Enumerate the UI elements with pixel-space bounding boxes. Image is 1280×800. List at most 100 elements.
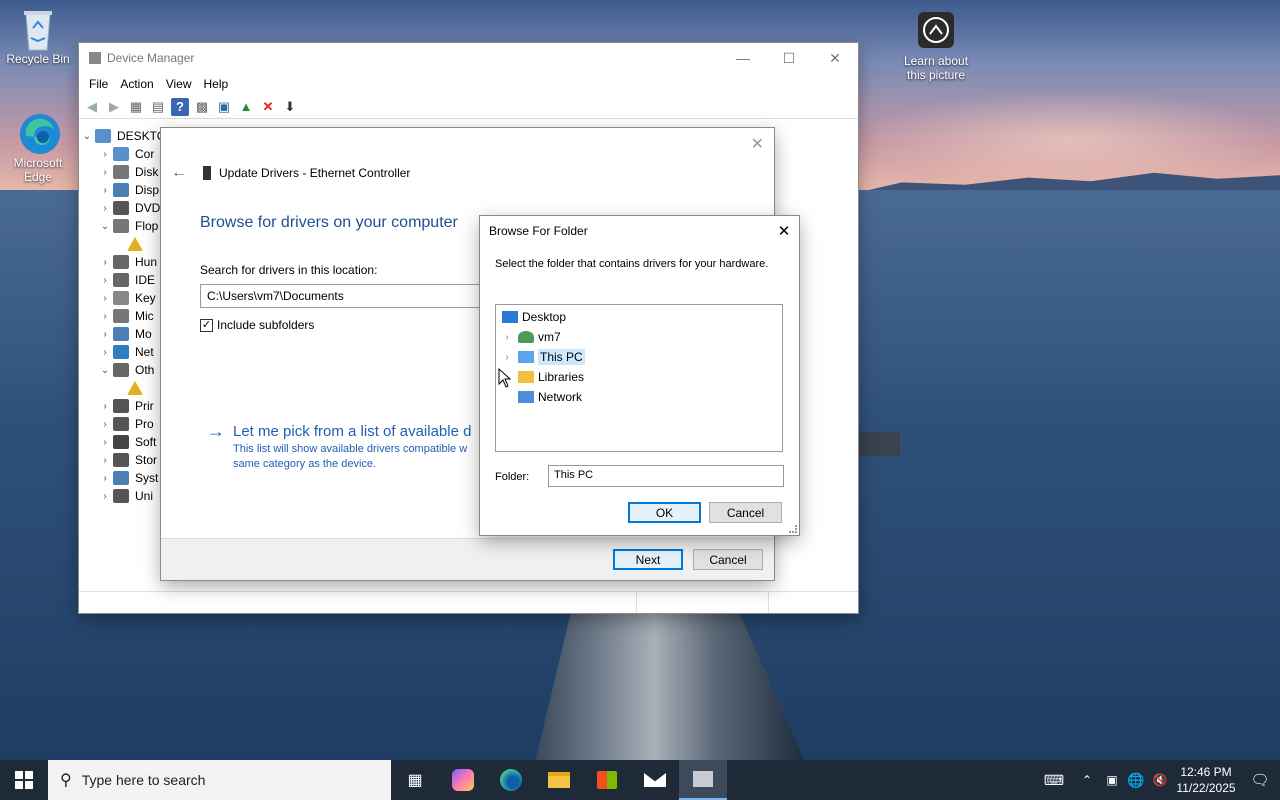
- cancel-button[interactable]: Cancel: [693, 549, 763, 570]
- device-category-row[interactable]: › Pro: [79, 415, 169, 433]
- update-driver-icon[interactable]: ▲: [237, 98, 255, 116]
- device-category-row[interactable]: › Cor: [79, 145, 169, 163]
- device-category-row[interactable]: › Mo: [79, 325, 169, 343]
- help-icon[interactable]: ?: [171, 97, 189, 116]
- learn-picture-desktop-icon[interactable]: Learn about this picture: [898, 10, 974, 82]
- keyboard-icon[interactable]: ⌨: [1034, 760, 1074, 800]
- action-pane-icon[interactable]: ▩: [193, 98, 211, 116]
- folder-tree-item[interactable]: Network: [496, 387, 782, 407]
- minimize-button[interactable]: —: [720, 43, 766, 73]
- clock[interactable]: 12:46 PM 11/22/2025: [1172, 764, 1240, 796]
- chevron-right-icon[interactable]: ›: [97, 491, 113, 502]
- forward-arrow-icon[interactable]: ▶: [105, 98, 123, 116]
- notification-icon[interactable]: 🗨: [1240, 760, 1280, 800]
- chevron-down-icon[interactable]: ⌄: [97, 221, 113, 232]
- chevron-right-icon[interactable]: ›: [97, 401, 113, 412]
- chevron-right-icon[interactable]: ›: [97, 275, 113, 286]
- device-category-row[interactable]: › Hun: [79, 253, 169, 271]
- file-explorer-icon[interactable]: [535, 760, 583, 800]
- chevron-right-icon[interactable]: ›: [97, 311, 113, 322]
- browse-cancel-button[interactable]: Cancel: [709, 502, 782, 523]
- browse-folder-titlebar[interactable]: Browse For Folder ✕: [480, 216, 799, 246]
- chevron-right-icon[interactable]: ›: [97, 455, 113, 466]
- menu-help[interactable]: Help: [198, 77, 235, 91]
- download-icon[interactable]: ⬇: [281, 98, 299, 116]
- edge-desktop-icon[interactable]: Microsoft Edge: [0, 112, 76, 184]
- tree-root[interactable]: ⌄ DESKTO: [79, 127, 169, 145]
- chevron-right-icon[interactable]: ›: [500, 352, 514, 363]
- chevron-right-icon[interactable]: ›: [97, 185, 113, 196]
- mail-icon[interactable]: [631, 760, 679, 800]
- include-subfolders-checkbox[interactable]: ✓ Include subfolders: [200, 318, 314, 332]
- chevron-down-icon[interactable]: ⌄: [97, 365, 113, 376]
- device-category-row[interactable]: [79, 235, 169, 253]
- store-icon[interactable]: [583, 760, 631, 800]
- edge-taskbar-icon[interactable]: [487, 760, 535, 800]
- menu-view[interactable]: View: [160, 77, 198, 91]
- device-category-row[interactable]: › Mic: [79, 307, 169, 325]
- meet-now-icon[interactable]: ▣: [1100, 760, 1124, 800]
- device-category-row[interactable]: [79, 379, 169, 397]
- back-arrow-icon[interactable]: ◀: [83, 98, 101, 116]
- back-button[interactable]: ←: [171, 164, 187, 182]
- folder-tree-item[interactable]: › This PC: [496, 347, 782, 367]
- close-icon[interactable]: ✕: [751, 134, 764, 154]
- scan-hardware-icon[interactable]: ▣: [215, 98, 233, 116]
- chevron-right-icon[interactable]: ›: [97, 149, 113, 160]
- chevron-right-icon[interactable]: ›: [97, 437, 113, 448]
- network-globe-icon[interactable]: 🌐: [1124, 760, 1148, 800]
- device-category-row[interactable]: › Syst: [79, 469, 169, 487]
- folder-input[interactable]: This PC: [548, 465, 784, 487]
- folder-tree-item[interactable]: Desktop: [496, 307, 782, 327]
- menu-action[interactable]: Action: [114, 77, 159, 91]
- device-category-row[interactable]: › DVD: [79, 199, 169, 217]
- device-category-row[interactable]: ⌄ Flop: [79, 217, 169, 235]
- chevron-right-icon[interactable]: ›: [97, 347, 113, 358]
- device-category-row[interactable]: › Uni: [79, 487, 169, 505]
- show-hide-tree-icon[interactable]: ▦: [127, 98, 145, 116]
- device-category-row[interactable]: › Net: [79, 343, 169, 361]
- chevron-right-icon[interactable]: ›: [500, 332, 514, 343]
- resize-grip-icon[interactable]: [789, 525, 797, 533]
- chevron-right-icon[interactable]: ›: [97, 473, 113, 484]
- pick-from-list-link[interactable]: → Let me pick from a list of available d: [207, 421, 487, 442]
- next-button[interactable]: Next: [613, 549, 683, 570]
- folder-tree-item[interactable]: ›Libraries: [496, 367, 782, 387]
- taskbar-search-box[interactable]: ⚲ Type here to search: [48, 760, 391, 800]
- copilot-icon[interactable]: [439, 760, 487, 800]
- device-category-row[interactable]: › Prir: [79, 397, 169, 415]
- chevron-right-icon[interactable]: ›: [97, 329, 113, 340]
- task-view-icon[interactable]: ▦: [391, 760, 439, 800]
- close-button[interactable]: ✕: [812, 43, 858, 73]
- uninstall-device-icon[interactable]: ✕: [259, 98, 277, 116]
- chevron-down-icon[interactable]: ⌄: [79, 131, 95, 142]
- chevron-up-icon[interactable]: ⌃: [1074, 760, 1100, 800]
- close-icon[interactable]: ✕: [769, 222, 799, 240]
- chevron-right-icon[interactable]: ›: [97, 167, 113, 178]
- chevron-right-icon[interactable]: ›: [97, 203, 113, 214]
- device-category-row[interactable]: › Stor: [79, 451, 169, 469]
- folder-tree-item[interactable]: › vm7: [496, 327, 782, 347]
- ok-button[interactable]: OK: [628, 502, 701, 523]
- chevron-right-icon[interactable]: ›: [97, 257, 113, 268]
- start-button[interactable]: [0, 760, 48, 800]
- volume-muted-icon[interactable]: 🔇: [1148, 760, 1172, 800]
- menu-file[interactable]: File: [83, 77, 114, 91]
- chevron-right-icon[interactable]: ›: [97, 419, 113, 430]
- device-manager-titlebar[interactable]: Device Manager — ☐ ✕: [79, 43, 858, 73]
- properties-icon[interactable]: ▤: [149, 98, 167, 116]
- device-category-row[interactable]: › IDE: [79, 271, 169, 289]
- device-category-row[interactable]: › Soft: [79, 433, 169, 451]
- recycle-bin-desktop-icon[interactable]: Recycle Bin: [0, 8, 76, 66]
- folder-tree[interactable]: Desktop › vm7 › This PC ›Libraries Network: [495, 304, 783, 452]
- device-category-row[interactable]: › Disp: [79, 181, 169, 199]
- device-category-row[interactable]: › Disk: [79, 163, 169, 181]
- device-category-row[interactable]: › Key: [79, 289, 169, 307]
- driver-path-input[interactable]: C:\Users\vm7\Documents: [200, 284, 490, 308]
- display-icon: [113, 183, 129, 197]
- taskbar: ⚲ Type here to search ▦ ⌨ ⌃ ▣ 🌐 🔇 12:46 …: [0, 760, 1280, 800]
- chevron-right-icon[interactable]: ›: [97, 293, 113, 304]
- device-manager-taskbar-icon[interactable]: [679, 760, 727, 800]
- device-category-row[interactable]: ⌄ Oth: [79, 361, 169, 379]
- maximize-button[interactable]: ☐: [766, 43, 812, 73]
